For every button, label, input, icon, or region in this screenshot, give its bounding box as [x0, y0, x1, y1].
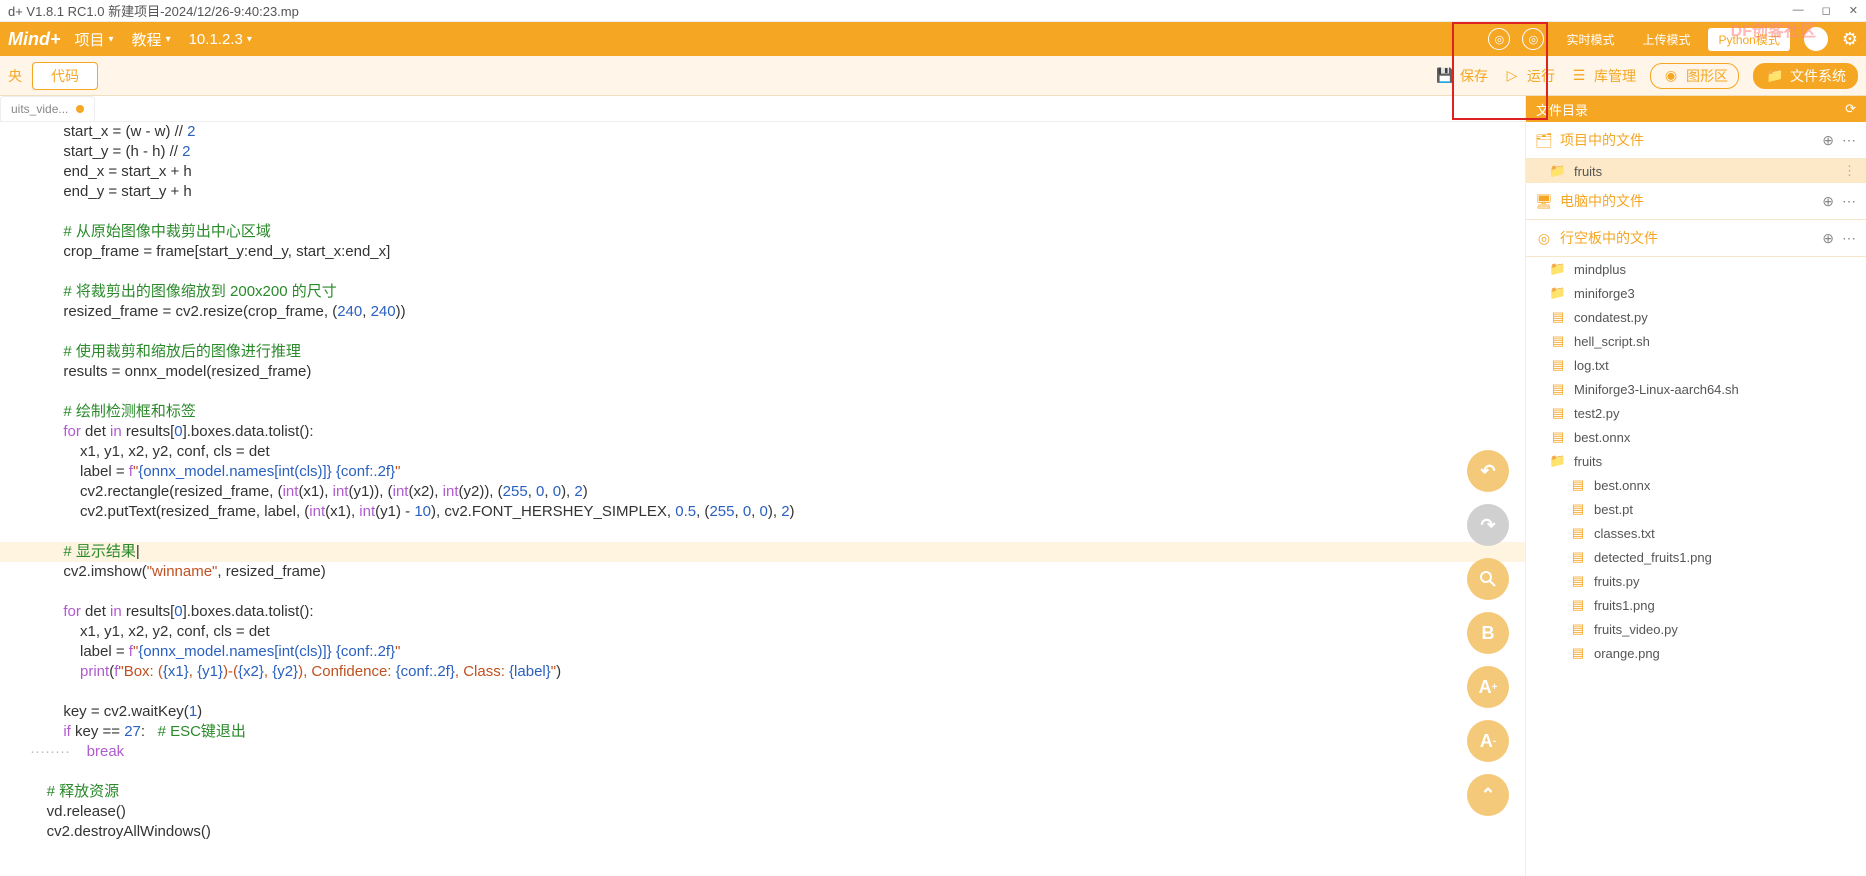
- run-button[interactable]: ▷ 运行: [1502, 66, 1555, 86]
- file-icon: ▤: [1570, 573, 1586, 589]
- window-controls: — ◻ ✕: [1793, 4, 1858, 17]
- folder-icon: 📁: [1550, 453, 1566, 469]
- file-icon: ▤: [1570, 645, 1586, 661]
- tree-file-row[interactable]: ▤condatest.py: [1526, 305, 1866, 329]
- menu-version[interactable]: 10.1.2.3: [189, 31, 252, 48]
- app-logo: Mind+: [8, 29, 61, 50]
- tree-file-row[interactable]: ▤orange.png: [1526, 641, 1866, 665]
- close-button[interactable]: ✕: [1849, 4, 1858, 17]
- main-menu-bar: Mind+ 项目 教程 10.1.2.3 ◎ ◎ 实时模式 上传模式 Pytho…: [0, 22, 1866, 56]
- mode-upload[interactable]: 上传模式: [1632, 28, 1700, 51]
- section-computer-files[interactable]: 🖥 电脑中的文件 ⊕⋯: [1526, 183, 1866, 220]
- font-larger-button[interactable]: A+: [1467, 666, 1509, 708]
- target-icon: ◎: [1536, 230, 1552, 246]
- tree-file-row[interactable]: ▤best.pt: [1526, 497, 1866, 521]
- new-file-icon[interactable]: ⊕: [1822, 132, 1834, 149]
- tree-file-row[interactable]: ▤fruits.py: [1526, 569, 1866, 593]
- window-title: d+ V1.8.1 RC1.0 新建项目-2024/12/26-9:40:23.…: [8, 1, 299, 20]
- bold-button[interactable]: B: [1467, 612, 1509, 654]
- file-icon: ▤: [1550, 309, 1566, 325]
- save-button[interactable]: 💾 保存: [1435, 66, 1488, 86]
- undo-button[interactable]: ↶: [1467, 450, 1509, 492]
- file-system-button[interactable]: 📁 文件系统: [1753, 63, 1858, 89]
- code-button[interactable]: 代码: [32, 62, 98, 90]
- file-icon: ▤: [1550, 381, 1566, 397]
- tree-file-row[interactable]: ▤fruits1.png: [1526, 593, 1866, 617]
- code-editor[interactable]: start_x = (w - w) // 2 start_y = (h - h)…: [0, 122, 1525, 876]
- more-icon[interactable]: ⋯: [1842, 193, 1856, 210]
- new-file-icon[interactable]: ⊕: [1822, 230, 1834, 247]
- file-tab[interactable]: uits_vide...: [0, 96, 95, 121]
- play-icon: ▷: [1502, 66, 1522, 86]
- tree-file-row[interactable]: ▤best.onnx: [1526, 425, 1866, 449]
- editor-column: uits_vide... start_x = (w - w) // 2 star…: [0, 96, 1526, 876]
- tree-file-row[interactable]: ▤hell_script.sh: [1526, 329, 1866, 353]
- file-icon: ▤: [1570, 549, 1586, 565]
- file-icon: ▤: [1550, 405, 1566, 421]
- mode-python[interactable]: Python模式: [1708, 28, 1789, 51]
- file-sidebar: 文件目录 ⟳ 🗂 项目中的文件 ⊕⋯ 📁 fruits ⋮ 🖥 电脑中的文件 ⊕…: [1526, 96, 1866, 876]
- mode-realtime[interactable]: 实时模式: [1556, 28, 1624, 51]
- graph-area-button[interactable]: ◉ 图形区: [1650, 63, 1739, 89]
- more-icon[interactable]: ⋯: [1842, 230, 1856, 247]
- font-smaller-button[interactable]: A-: [1467, 720, 1509, 762]
- file-icon: ▤: [1550, 333, 1566, 349]
- tree-file-row[interactable]: ▤detected_fruits1.png: [1526, 545, 1866, 569]
- tree-folder-row[interactable]: 📁miniforge3: [1526, 281, 1866, 305]
- file-icon: ▤: [1570, 477, 1586, 493]
- tab-strip: uits_vide...: [0, 96, 1525, 122]
- list-icon: ☰: [1569, 66, 1589, 86]
- tree-file-row[interactable]: ▤Miniforge3-Linux-aarch64.sh: [1526, 377, 1866, 401]
- file-icon: ▤: [1550, 357, 1566, 373]
- gear-icon[interactable]: ⚙: [1842, 29, 1858, 50]
- file-icon: ▤: [1570, 597, 1586, 613]
- refresh-icon[interactable]: ⟳: [1845, 101, 1856, 117]
- tree-file-row[interactable]: ▤test2.py: [1526, 401, 1866, 425]
- target-icon[interactable]: ◎: [1522, 28, 1544, 50]
- section-project-files[interactable]: 🗂 项目中的文件 ⊕⋯: [1526, 122, 1866, 159]
- project-folder-row[interactable]: 📁 fruits ⋮: [1526, 159, 1866, 183]
- menu-project[interactable]: 项目: [75, 29, 114, 50]
- file-icon: ▤: [1570, 525, 1586, 541]
- file-tab-label: uits_vide...: [11, 102, 68, 116]
- tree-file-row[interactable]: ▤fruits_video.py: [1526, 617, 1866, 641]
- minimize-button[interactable]: —: [1793, 4, 1804, 17]
- cloud-icon[interactable]: ◎: [1488, 28, 1510, 50]
- computer-icon: 🖥: [1536, 193, 1552, 209]
- search-button[interactable]: [1467, 558, 1509, 600]
- more-icon[interactable]: ⋯: [1842, 132, 1856, 149]
- tree-folder-row[interactable]: 📁fruits: [1526, 449, 1866, 473]
- avatar[interactable]: [1804, 27, 1828, 51]
- folder-icon: 📁: [1550, 285, 1566, 301]
- float-buttons: ↶ ↷ B A+ A- ⌃: [1467, 450, 1509, 816]
- file-icon: ▤: [1550, 429, 1566, 445]
- sidebar-header: 文件目录 ⟳: [1526, 96, 1866, 122]
- folder-icon: 📁: [1550, 261, 1566, 277]
- menu-tutorial[interactable]: 教程: [132, 29, 171, 50]
- save-icon: 💾: [1435, 66, 1455, 86]
- tree-file-row[interactable]: ▤best.onnx: [1526, 473, 1866, 497]
- tree-file-row[interactable]: ▤log.txt: [1526, 353, 1866, 377]
- window-title-bar: d+ V1.8.1 RC1.0 新建项目-2024/12/26-9:40:23.…: [0, 0, 1866, 22]
- toolbar-left-label: 央: [8, 66, 22, 86]
- new-file-icon[interactable]: ⊕: [1822, 193, 1834, 210]
- section-board-files[interactable]: ◎ 行空板中的文件 ⊕⋯: [1526, 220, 1866, 257]
- library-button[interactable]: ☰ 库管理: [1569, 66, 1636, 86]
- collapse-button[interactable]: ⌃: [1467, 774, 1509, 816]
- folder-icon: 📁: [1765, 66, 1785, 86]
- tree-file-row[interactable]: ▤classes.txt: [1526, 521, 1866, 545]
- unsaved-dot-icon: [76, 105, 84, 113]
- project-icon: 🗂: [1536, 132, 1552, 148]
- file-icon: ▤: [1570, 501, 1586, 517]
- tree-folder-row[interactable]: 📁mindplus: [1526, 257, 1866, 281]
- folder-icon: 📁: [1550, 163, 1566, 179]
- file-icon: ▤: [1570, 621, 1586, 637]
- toolbar: 央 代码 💾 保存 ▷ 运行 ☰ 库管理 ◉ 图形区 📁 文件系统: [0, 56, 1866, 96]
- redo-button[interactable]: ↷: [1467, 504, 1509, 546]
- maximize-button[interactable]: ◻: [1822, 4, 1831, 17]
- row-menu-icon[interactable]: ⋮: [1843, 163, 1856, 179]
- graph-icon: ◉: [1661, 66, 1681, 86]
